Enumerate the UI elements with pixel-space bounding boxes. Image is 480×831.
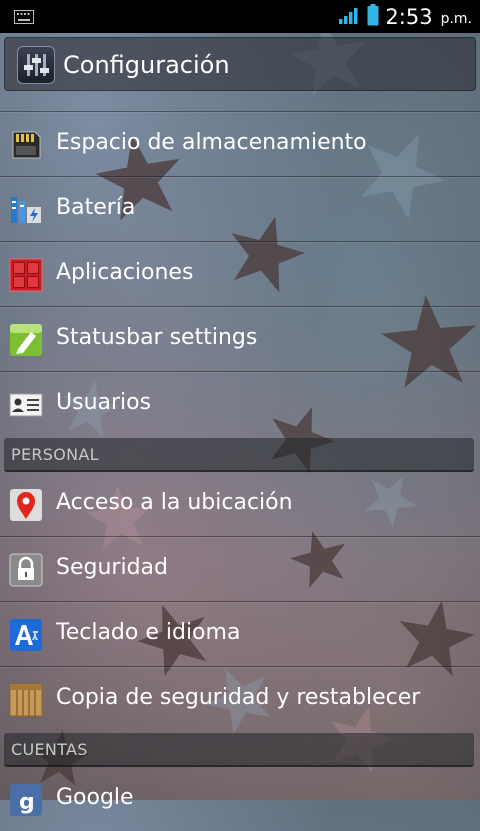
section-header-personal: PERSONAL xyxy=(4,438,474,472)
settings-item-label: Copia de seguridad y restablecer xyxy=(56,685,421,710)
battery-icon xyxy=(367,3,379,30)
settings-item-statusbar[interactable]: Statusbar settings xyxy=(0,306,480,371)
settings-item-battery[interactable]: Batería xyxy=(0,176,480,241)
backup-box-icon xyxy=(9,683,43,717)
settings-item-label: Espacio de almacenamiento xyxy=(56,130,367,155)
settings-item-users[interactable]: Usuarios xyxy=(0,371,480,436)
keyboard-language-icon xyxy=(9,618,43,652)
page-title: Configuración xyxy=(63,51,230,79)
clock-ampm: p.m. xyxy=(440,11,472,27)
action-bar[interactable]: Configuración xyxy=(4,37,476,91)
settings-item-label: Teclado e idioma xyxy=(56,620,241,645)
settings-item-security[interactable]: Seguridad xyxy=(0,536,480,601)
status-bar: 2:53 p.m. xyxy=(0,0,480,33)
clock-time: 2:53 xyxy=(385,4,433,29)
settings-item-apps[interactable]: Aplicaciones xyxy=(0,241,480,306)
section-title: PERSONAL xyxy=(11,445,99,464)
lock-icon xyxy=(9,553,43,587)
signal-icon xyxy=(339,6,361,28)
settings-item-label: Acceso a la ubicación xyxy=(56,490,293,515)
settings-item-label: Usuarios xyxy=(56,390,152,415)
section-title: CUENTAS xyxy=(11,740,88,759)
settings-app-icon[interactable] xyxy=(17,46,55,84)
settings-item-label: Google xyxy=(56,785,134,810)
settings-item-label: Seguridad xyxy=(56,555,168,580)
sd-card-icon xyxy=(9,128,43,162)
settings-item-google[interactable]: g Google xyxy=(0,767,480,831)
settings-item-label: Statusbar settings xyxy=(56,325,258,350)
svg-text:g: g xyxy=(19,790,35,815)
location-pin-icon xyxy=(9,488,43,522)
settings-item-backup[interactable]: Copia de seguridad y restablecer xyxy=(0,666,480,731)
settings-item-keyboard[interactable]: Teclado e idioma xyxy=(0,601,480,666)
settings-item-storage[interactable]: Espacio de almacenamiento xyxy=(0,111,480,176)
users-icon xyxy=(9,388,43,422)
section-header-accounts: CUENTAS xyxy=(4,733,474,767)
settings-item-label: Batería xyxy=(56,195,136,220)
statusbar-settings-icon xyxy=(9,323,43,357)
settings-item-label: Aplicaciones xyxy=(56,260,194,285)
google-icon: g xyxy=(9,783,43,817)
settings-item-location[interactable]: Acceso a la ubicación xyxy=(0,472,480,536)
battery-settings-icon xyxy=(9,193,43,227)
apps-icon xyxy=(9,258,43,292)
keyboard-notification-icon xyxy=(14,9,34,28)
settings-list: Espacio de almacenamiento Batería Aplica… xyxy=(0,111,480,831)
